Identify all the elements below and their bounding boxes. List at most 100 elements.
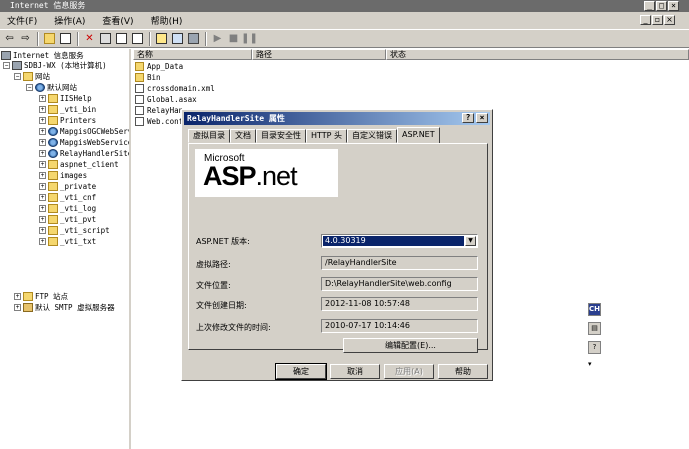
maximize-button[interactable]: □ bbox=[656, 1, 667, 11]
delete-icon[interactable]: ✕ bbox=[82, 32, 97, 46]
tab-documents[interactable]: 文档 bbox=[230, 129, 256, 143]
stop-icon[interactable]: ■ bbox=[226, 32, 241, 46]
cancel-button[interactable]: 取消 bbox=[330, 364, 380, 379]
help-icon[interactable]: ? bbox=[588, 341, 601, 354]
column-name[interactable]: 名称 bbox=[133, 49, 252, 60]
tree-computer[interactable]: − SDBJ-WX (本地计算机) bbox=[3, 60, 107, 71]
tree-smtp[interactable]: + 默认 SMTP 虚拟服务器 bbox=[14, 302, 115, 313]
menu-view[interactable]: 查看(V) bbox=[98, 14, 137, 27]
console-icon[interactable] bbox=[170, 32, 185, 46]
up-folder-icon[interactable] bbox=[42, 32, 57, 46]
dialog-close-button[interactable]: × bbox=[476, 113, 488, 123]
list-item[interactable]: Global.asax bbox=[135, 94, 197, 105]
tab-custom-errors[interactable]: 自定义错误 bbox=[347, 129, 398, 143]
collapse-icon[interactable]: − bbox=[3, 62, 10, 69]
tree-item[interactable]: + _vti_cnf bbox=[39, 192, 96, 203]
menu-bar: 文件(F) 操作(A) 查看(V) 帮助(H) _ ▫ × bbox=[0, 12, 689, 29]
options-arrow-icon[interactable]: ▾ bbox=[588, 360, 602, 368]
expand-icon[interactable]: + bbox=[39, 106, 46, 113]
tree-item-label: _private bbox=[60, 182, 97, 191]
menu-file[interactable]: 文件(F) bbox=[3, 14, 41, 27]
refresh-icon[interactable] bbox=[114, 32, 129, 46]
keyboard-icon[interactable]: ▤ bbox=[588, 322, 601, 335]
close-button[interactable]: × bbox=[668, 1, 679, 11]
list-item[interactable]: App_Data bbox=[135, 61, 183, 72]
help-button[interactable]: 帮助 bbox=[438, 364, 488, 379]
expand-icon[interactable]: + bbox=[39, 139, 46, 146]
file-icon bbox=[135, 84, 144, 93]
collapse-icon[interactable]: − bbox=[26, 84, 33, 91]
expand-icon[interactable]: + bbox=[39, 128, 46, 135]
expand-icon[interactable]: + bbox=[39, 238, 46, 245]
tree-item-label: images bbox=[60, 171, 88, 180]
help-icon[interactable] bbox=[154, 32, 169, 46]
expand-icon[interactable]: + bbox=[39, 227, 46, 234]
expand-icon[interactable]: + bbox=[14, 304, 21, 311]
expand-icon[interactable]: + bbox=[39, 117, 46, 124]
forward-arrow-icon[interactable]: ⇨ bbox=[18, 32, 33, 46]
column-path[interactable]: 路径 bbox=[252, 49, 386, 60]
tab-virtual-directory[interactable]: 虚拟目录 bbox=[188, 129, 230, 143]
back-arrow-icon[interactable]: ⇦ bbox=[2, 32, 17, 46]
tree-ftp[interactable]: + FTP 站点 bbox=[14, 291, 68, 302]
start-icon[interactable]: ▶ bbox=[210, 32, 225, 46]
pause-icon[interactable]: ❚❚ bbox=[241, 32, 258, 46]
mdi-close-button[interactable]: × bbox=[664, 15, 675, 25]
list-item[interactable]: crossdomain.xml bbox=[135, 83, 215, 94]
tree-item[interactable]: + RelayHandlerSite bbox=[39, 148, 131, 159]
computer-icon bbox=[12, 61, 22, 70]
tree-item[interactable]: + _vti_pvt bbox=[39, 214, 96, 225]
expand-icon[interactable]: + bbox=[14, 293, 21, 300]
tree-websites[interactable]: − 网站 bbox=[14, 71, 50, 82]
tree-item[interactable]: + images bbox=[39, 170, 87, 181]
tab-http-headers[interactable]: HTTP 头 bbox=[306, 129, 348, 143]
expand-icon[interactable]: + bbox=[39, 205, 46, 212]
tab-aspnet[interactable]: ASP.NET bbox=[397, 127, 440, 143]
computer-icon[interactable] bbox=[186, 32, 201, 46]
tree-item[interactable]: + Printers bbox=[39, 115, 96, 126]
tree-item-label: RelayHandlerSite bbox=[60, 149, 131, 158]
expand-icon[interactable]: + bbox=[39, 161, 46, 168]
tree-item[interactable]: + _private bbox=[39, 181, 96, 192]
menu-help[interactable]: 帮助(H) bbox=[147, 14, 187, 27]
tree-item[interactable]: + _vti_script bbox=[39, 225, 110, 236]
minimize-button[interactable]: _ bbox=[644, 1, 655, 11]
list-item[interactable]: Bin bbox=[135, 72, 161, 83]
properties-icon[interactable] bbox=[98, 32, 113, 46]
expand-icon[interactable]: + bbox=[39, 183, 46, 190]
expand-icon[interactable]: + bbox=[39, 150, 46, 157]
expand-icon[interactable]: + bbox=[39, 194, 46, 201]
dropdown-arrow-icon[interactable]: ▼ bbox=[465, 236, 476, 246]
tree-item[interactable]: + aspnet_client bbox=[39, 159, 119, 170]
edit-config-button[interactable]: 编辑配置(E)... bbox=[343, 338, 478, 353]
aspnet-version-value: 4.0.30319 bbox=[323, 236, 464, 246]
tree-item[interactable]: + IISHelp bbox=[39, 93, 92, 104]
show-tree-icon[interactable] bbox=[58, 32, 73, 46]
tree-item[interactable]: + _vti_txt bbox=[39, 236, 96, 247]
column-status[interactable]: 状态 bbox=[386, 49, 689, 60]
aspnet-version-select[interactable]: 4.0.30319 ▼ bbox=[321, 234, 478, 248]
expand-icon[interactable]: + bbox=[39, 216, 46, 223]
tab-directory-security[interactable]: 目录安全性 bbox=[256, 129, 306, 143]
export-list-icon[interactable] bbox=[130, 32, 145, 46]
toolbar-separator bbox=[205, 31, 207, 46]
tree-default-site[interactable]: − 默认网站 bbox=[26, 82, 77, 93]
tree-item[interactable]: + MapgisOGCWebServ bbox=[39, 126, 129, 137]
menu-action[interactable]: 操作(A) bbox=[50, 14, 89, 27]
ime-indicator[interactable]: CH bbox=[588, 303, 601, 316]
tree-item[interactable]: + _vti_log bbox=[39, 203, 96, 214]
tree-item[interactable]: + _vti_bin bbox=[39, 104, 96, 115]
expand-icon[interactable]: + bbox=[39, 95, 46, 102]
dialog-help-button[interactable]: ? bbox=[462, 113, 474, 123]
folder-icon bbox=[135, 62, 144, 71]
apply-button[interactable]: 应用(A) bbox=[384, 364, 434, 379]
collapse-icon[interactable]: − bbox=[14, 73, 21, 80]
file-created-label: 文件创建日期: bbox=[196, 301, 247, 310]
mdi-restore-button[interactable]: ▫ bbox=[652, 15, 663, 25]
ok-button[interactable]: 确定 bbox=[275, 363, 327, 380]
mdi-minimize-button[interactable]: _ bbox=[640, 15, 651, 25]
tree-item[interactable]: + MapgisWebService bbox=[39, 137, 129, 148]
file-location-label: 文件位置: bbox=[196, 281, 231, 290]
logo-main: ASP.net bbox=[203, 161, 298, 191]
expand-icon[interactable]: + bbox=[39, 172, 46, 179]
